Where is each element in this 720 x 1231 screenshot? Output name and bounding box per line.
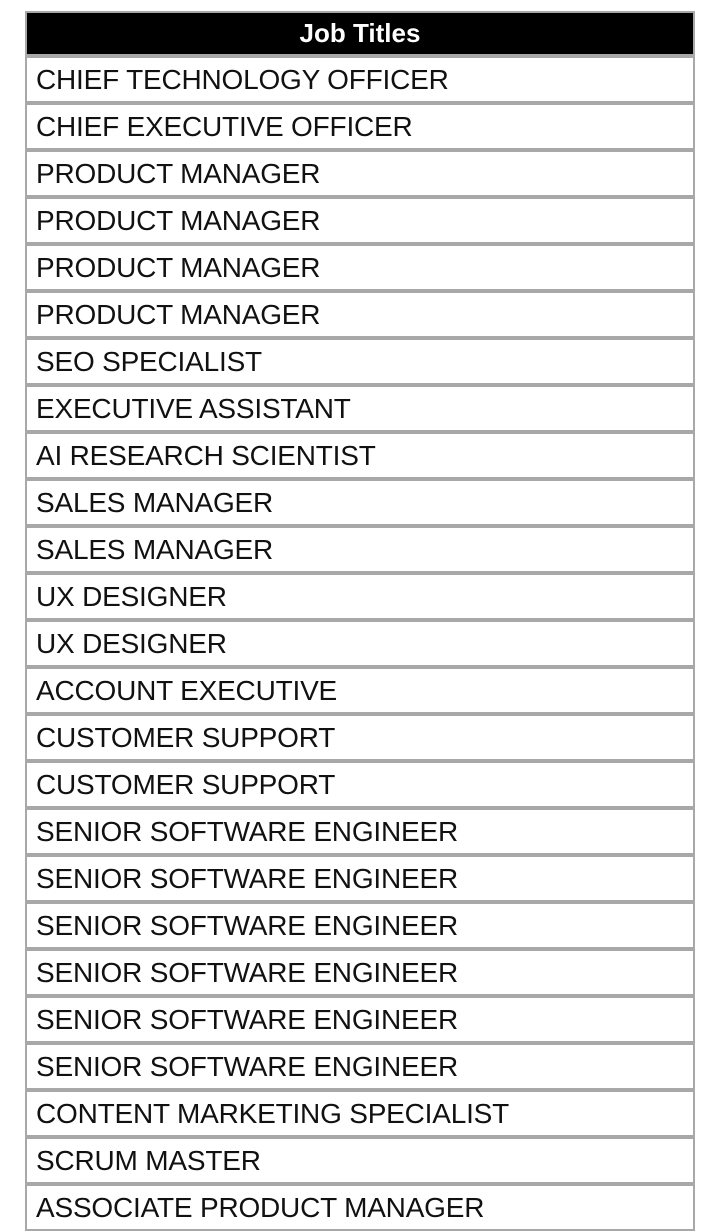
job-title-cell[interactable]: SENIOR SOFTWARE ENGINEER xyxy=(25,949,695,996)
table-row[interactable]: AI RESEARCH SCIENTIST xyxy=(25,432,695,479)
job-title-cell[interactable]: CUSTOMER SUPPORT xyxy=(25,714,695,761)
table-row[interactable]: PRODUCT MANAGER xyxy=(25,291,695,338)
table-body: CHIEF TECHNOLOGY OFFICER CHIEF EXECUTIVE … xyxy=(25,56,695,1231)
job-title-cell[interactable]: SENIOR SOFTWARE ENGINEER xyxy=(25,855,695,902)
table-row[interactable]: PRODUCT MANAGER xyxy=(25,244,695,291)
table-row[interactable]: PRODUCT MANAGER xyxy=(25,150,695,197)
job-title-cell[interactable]: CHIEF EXECUTIVE OFFICER xyxy=(25,103,695,150)
table-row[interactable]: SENIOR SOFTWARE ENGINEER xyxy=(25,902,695,949)
table-row[interactable]: ACCOUNT EXECUTIVE xyxy=(25,667,695,714)
job-titles-table: Job Titles CHIEF TECHNOLOGY OFFICER CHIEF… xyxy=(25,11,695,1231)
job-title-cell[interactable]: UX DESIGNER xyxy=(25,620,695,667)
table-row[interactable]: PRODUCT MANAGER xyxy=(25,197,695,244)
job-title-cell[interactable]: PRODUCT MANAGER xyxy=(25,197,695,244)
job-title-cell[interactable]: CONTENT MARKETING SPECIALIST xyxy=(25,1090,695,1137)
table-header-row: Job Titles xyxy=(25,11,695,56)
table-row[interactable]: SENIOR SOFTWARE ENGINEER xyxy=(25,808,695,855)
job-title-cell[interactable]: PRODUCT MANAGER xyxy=(25,150,695,197)
job-title-cell[interactable]: SALES MANAGER xyxy=(25,479,695,526)
table-row[interactable]: SEO SPECIALIST xyxy=(25,338,695,385)
job-title-cell[interactable]: CHIEF TECHNOLOGY OFFICER xyxy=(25,56,695,103)
job-title-cell[interactable]: CUSTOMER SUPPORT xyxy=(25,761,695,808)
job-title-cell[interactable]: PRODUCT MANAGER xyxy=(25,244,695,291)
table-row[interactable]: SENIOR SOFTWARE ENGINEER xyxy=(25,949,695,996)
job-title-cell[interactable]: SENIOR SOFTWARE ENGINEER xyxy=(25,808,695,855)
job-title-cell[interactable]: PRODUCT MANAGER xyxy=(25,291,695,338)
table-row[interactable]: ASSOCIATE PRODUCT MANAGER xyxy=(25,1184,695,1231)
job-title-cell[interactable]: SEO SPECIALIST xyxy=(25,338,695,385)
table-row[interactable]: CUSTOMER SUPPORT xyxy=(25,761,695,808)
page-root: Job Titles CHIEF TECHNOLOGY OFFICER CHIEF… xyxy=(0,0,720,1231)
table-head: Job Titles xyxy=(25,11,695,56)
job-titles-table-container: Job Titles CHIEF TECHNOLOGY OFFICER CHIEF… xyxy=(25,11,695,1231)
table-row[interactable]: CHIEF TECHNOLOGY OFFICER xyxy=(25,56,695,103)
table-row[interactable]: UX DESIGNER xyxy=(25,620,695,667)
job-title-cell[interactable]: AI RESEARCH SCIENTIST xyxy=(25,432,695,479)
table-row[interactable]: CHIEF EXECUTIVE OFFICER xyxy=(25,103,695,150)
job-title-cell[interactable]: SCRUM MASTER xyxy=(25,1137,695,1184)
table-row[interactable]: SALES MANAGER xyxy=(25,479,695,526)
table-row[interactable]: SALES MANAGER xyxy=(25,526,695,573)
table-row[interactable]: SENIOR SOFTWARE ENGINEER xyxy=(25,996,695,1043)
table-row[interactable]: SCRUM MASTER xyxy=(25,1137,695,1184)
job-title-cell[interactable]: ACCOUNT EXECUTIVE xyxy=(25,667,695,714)
job-title-cell[interactable]: UX DESIGNER xyxy=(25,573,695,620)
table-row[interactable]: CUSTOMER SUPPORT xyxy=(25,714,695,761)
table-row[interactable]: SENIOR SOFTWARE ENGINEER xyxy=(25,1043,695,1090)
job-title-cell[interactable]: SALES MANAGER xyxy=(25,526,695,573)
table-row[interactable]: CONTENT MARKETING SPECIALIST xyxy=(25,1090,695,1137)
table-row[interactable]: UX DESIGNER xyxy=(25,573,695,620)
job-title-cell[interactable]: SENIOR SOFTWARE ENGINEER xyxy=(25,1043,695,1090)
table-row[interactable]: EXECUTIVE ASSISTANT xyxy=(25,385,695,432)
job-title-cell[interactable]: EXECUTIVE ASSISTANT xyxy=(25,385,695,432)
table-row[interactable]: SENIOR SOFTWARE ENGINEER xyxy=(25,855,695,902)
job-title-cell[interactable]: ASSOCIATE PRODUCT MANAGER xyxy=(25,1184,695,1231)
job-title-cell[interactable]: SENIOR SOFTWARE ENGINEER xyxy=(25,996,695,1043)
column-header-job-titles[interactable]: Job Titles xyxy=(25,11,695,56)
job-title-cell[interactable]: SENIOR SOFTWARE ENGINEER xyxy=(25,902,695,949)
